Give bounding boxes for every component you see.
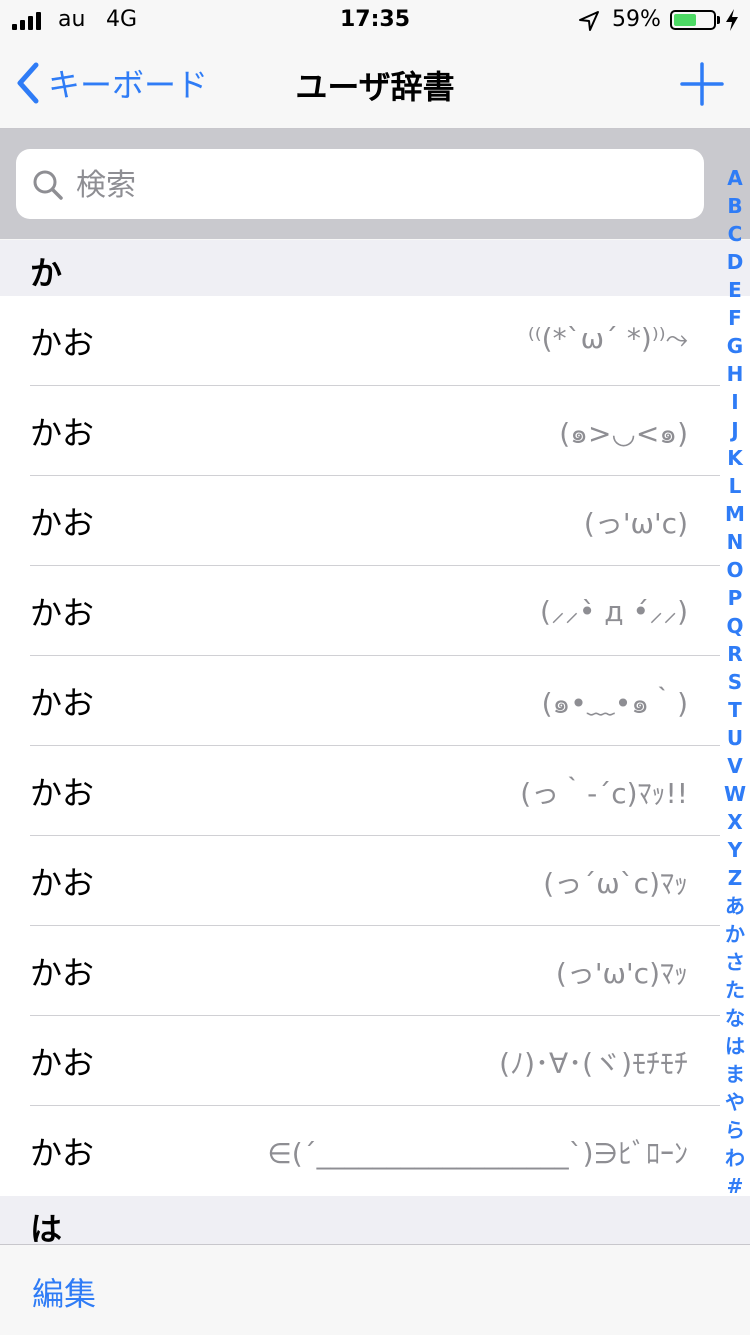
section-index[interactable]: A B C D E F G H I J K L M N O P Q R S T U V W X Y Z あかさたなはまやらわ # xyxy=(722,164,748,1200)
location-arrow-icon xyxy=(579,11,599,31)
search-area xyxy=(0,129,750,239)
index-item[interactable]: た xyxy=(722,976,748,1004)
index-item[interactable]: N xyxy=(722,528,748,556)
list-item[interactable]: かお (๑>◡<๑) xyxy=(0,386,750,476)
index-item[interactable]: W xyxy=(722,780,748,808)
index-item[interactable]: Z xyxy=(722,864,748,892)
index-item[interactable]: X xyxy=(722,808,748,836)
entry-reading: (っ｀-´c)ﾏｯ!! xyxy=(520,777,688,810)
index-item[interactable]: ら xyxy=(722,1116,748,1144)
index-item[interactable]: わ xyxy=(722,1144,748,1172)
entry-word: かお xyxy=(30,1044,95,1082)
search-input[interactable] xyxy=(74,159,678,211)
entry-reading: (⸝⸝•̀ д •́⸝⸝) xyxy=(539,595,688,628)
list-item[interactable]: かお (っ'ω'c)ﾏｯ xyxy=(0,926,750,1016)
search-box[interactable] xyxy=(16,149,704,219)
entry-word: かお xyxy=(30,504,95,542)
bottom-toolbar: 編集 xyxy=(0,1244,750,1335)
section-header-label: か xyxy=(30,254,63,292)
list-item[interactable]: かお (๑•﹏•๑｀) xyxy=(0,656,750,746)
entry-reading: (๑•﹏•๑｀) xyxy=(541,687,688,720)
entry-reading: (っ'ω'c)ﾏｯ xyxy=(555,957,688,990)
list-item[interactable]: かお (⸝⸝•̀ д •́⸝⸝) xyxy=(0,566,750,656)
entry-reading: ⁽⁽(*`ω´ *)⁾⁾⤳ xyxy=(527,322,688,355)
entry-word: かお xyxy=(30,954,95,992)
entry-word: かお xyxy=(30,684,95,722)
entry-word: かお xyxy=(30,864,95,902)
index-item[interactable]: さ xyxy=(722,948,748,976)
list-item[interactable]: かお (っ'ω'c) xyxy=(0,476,750,566)
plus-icon[interactable] xyxy=(676,58,728,110)
entry-word: かお xyxy=(30,1134,95,1172)
index-item[interactable]: V xyxy=(722,752,748,780)
entry-reading: (っ´ω`c)ﾏｯ xyxy=(543,867,688,900)
index-item[interactable]: O xyxy=(722,556,748,584)
section-header-ka: か xyxy=(0,240,750,296)
entry-word: かお xyxy=(30,414,95,452)
dictionary-list: かお ⁽⁽(*`ω´ *)⁾⁾⤳ かお (๑>◡<๑) かお (っ'ω'c) かお (⸝⸝•̀… xyxy=(0,296,750,1196)
battery-icon xyxy=(670,10,716,30)
entry-reading: ∈(´__________________`)∋ﾋﾞﾛｰﾝ xyxy=(267,1137,688,1170)
index-item[interactable]: C xyxy=(722,220,748,248)
index-item[interactable]: E xyxy=(722,276,748,304)
entry-reading: (っ'ω'c) xyxy=(583,507,688,540)
status-bar: au 4G 17:35 59% xyxy=(0,0,750,40)
index-item[interactable]: D xyxy=(722,248,748,276)
search-icon xyxy=(33,170,63,200)
index-item[interactable]: あ xyxy=(722,892,748,920)
index-item[interactable]: H xyxy=(722,360,748,388)
index-item[interactable]: I xyxy=(722,388,748,416)
index-item[interactable]: ま xyxy=(722,1060,748,1088)
index-item[interactable]: Q xyxy=(722,612,748,640)
page-title: ユーザ辞書 xyxy=(295,68,455,106)
battery-percent: 59% xyxy=(612,7,661,32)
entry-word: かお xyxy=(30,594,95,632)
index-item[interactable]: S xyxy=(722,668,748,696)
charging-bolt-icon xyxy=(726,9,738,31)
entry-reading: (๑>◡<๑) xyxy=(559,417,688,450)
index-item[interactable]: L xyxy=(722,472,748,500)
index-item[interactable]: R xyxy=(722,640,748,668)
index-item[interactable]: や xyxy=(722,1088,748,1116)
list-item[interactable]: かお ∈(´__________________`)∋ﾋﾞﾛｰﾝ xyxy=(0,1106,750,1196)
list-item[interactable]: かお (っ´ω`c)ﾏｯ xyxy=(0,836,750,926)
index-item[interactable]: A xyxy=(722,164,748,192)
index-item[interactable]: Y xyxy=(722,836,748,864)
entry-reading: (ﾉ)･∀･(ヾ)ﾓﾁﾓﾁ xyxy=(499,1047,688,1080)
index-item[interactable]: G xyxy=(722,332,748,360)
index-item[interactable]: な xyxy=(722,1004,748,1032)
index-item[interactable]: J xyxy=(722,416,748,444)
index-item[interactable]: K xyxy=(722,444,748,472)
index-item[interactable]: は xyxy=(722,1032,748,1060)
battery-fill xyxy=(674,14,697,26)
index-item[interactable]: U xyxy=(722,724,748,752)
list-item[interactable]: かお ⁽⁽(*`ω´ *)⁾⁾⤳ xyxy=(0,296,750,386)
index-item[interactable]: T xyxy=(722,696,748,724)
battery-tip xyxy=(717,16,720,24)
index-item[interactable]: P xyxy=(722,584,748,612)
navigation-bar: キーボード ユーザ辞書 xyxy=(0,40,750,129)
edit-button[interactable]: 編集 xyxy=(32,1269,96,1315)
list-item[interactable]: かお (っ｀-´c)ﾏｯ!! xyxy=(0,746,750,836)
list-item[interactable]: かお (ﾉ)･∀･(ヾ)ﾓﾁﾓﾁ xyxy=(0,1016,750,1106)
index-item[interactable]: # xyxy=(722,1172,748,1200)
index-item[interactable]: B xyxy=(722,192,748,220)
entry-word: かお xyxy=(30,774,95,812)
entry-word: かお xyxy=(30,324,95,362)
index-item[interactable]: M xyxy=(722,500,748,528)
index-item[interactable]: F xyxy=(722,304,748,332)
index-item[interactable]: か xyxy=(722,920,748,948)
